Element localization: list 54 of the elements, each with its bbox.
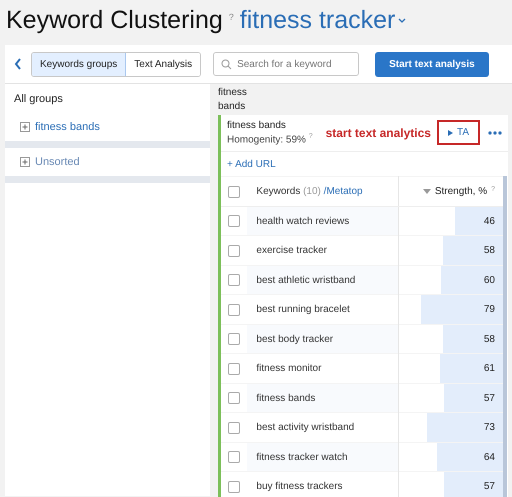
keyword-cell: best body tracker xyxy=(256,334,334,345)
homogeneity-text: Homogenity: 59% $^{?}$ xyxy=(227,133,313,146)
checkbox[interactable] xyxy=(228,244,240,257)
start-analysis-button[interactable]: Start text analysis xyxy=(375,52,489,76)
strength-value: 61 xyxy=(482,363,496,374)
ta-button[interactable]: TA xyxy=(436,120,480,146)
strength-value: 46 xyxy=(482,216,496,227)
page-title: Keyword Clustering xyxy=(6,6,223,35)
chevron-down-icon[interactable] xyxy=(398,18,406,24)
checkbox[interactable] xyxy=(228,451,240,464)
checkbox[interactable] xyxy=(228,480,240,493)
checkbox[interactable] xyxy=(228,215,240,228)
add-url-link[interactable]: + Add URL xyxy=(221,152,508,176)
sort-icon[interactable] xyxy=(422,189,431,194)
search-field[interactable]: Search for a keyword xyxy=(213,52,360,76)
strength-value: 57 xyxy=(482,392,496,404)
help-mark[interactable]: ? xyxy=(228,12,234,22)
checkbox[interactable] xyxy=(228,274,240,286)
column-header[interactable]: Strength, % xyxy=(434,186,488,198)
back-chevron-icon[interactable] xyxy=(13,57,23,71)
checkbox[interactable] xyxy=(228,333,240,346)
checkbox[interactable] xyxy=(228,186,240,198)
keyword-cell: exercise tracker xyxy=(256,245,327,256)
search-icon xyxy=(221,59,232,70)
keyword-cell: fitness bands xyxy=(256,392,316,404)
strength-value: 64 xyxy=(482,452,496,463)
keyword-cell: health watch reviews xyxy=(256,216,350,227)
checkbox[interactable] xyxy=(228,362,240,375)
view-tab[interactable]: Keywords groups xyxy=(32,52,126,76)
checkbox[interactable] xyxy=(228,304,240,316)
strength-value: 57 xyxy=(482,481,496,492)
checkbox[interactable] xyxy=(228,422,240,434)
play-icon xyxy=(448,130,453,136)
keyword-cell: best athletic wristband xyxy=(256,274,356,286)
project-dropdown[interactable]: fitness tracker xyxy=(240,6,406,35)
group-name: fitness bands xyxy=(227,120,287,131)
strength-value: 58 xyxy=(482,245,496,256)
checkbox[interactable] xyxy=(228,392,240,404)
keyword-cell: fitness tracker watch xyxy=(256,452,348,463)
more-icon[interactable] xyxy=(488,130,502,135)
keyword-cell: fitness monitor xyxy=(256,363,322,374)
strength-value: 60 xyxy=(482,274,496,286)
breadcrumb: fitness bands xyxy=(218,86,248,114)
keyword-cell: best activity wristband xyxy=(256,422,354,434)
keyword-cell: buy fitness trackers xyxy=(256,481,343,492)
strength-value: 79 xyxy=(482,304,496,316)
expand-icon[interactable] xyxy=(20,157,30,167)
scrollbar[interactable] xyxy=(503,176,507,497)
expand-icon[interactable] xyxy=(20,122,30,132)
strength-value: 58 xyxy=(482,334,496,345)
keyword-cell: best running bracelet xyxy=(256,304,350,316)
annotation-text: start text analytics xyxy=(326,126,431,140)
sidebar-title: All groups xyxy=(13,92,64,107)
strength-value: 73 xyxy=(482,422,496,434)
